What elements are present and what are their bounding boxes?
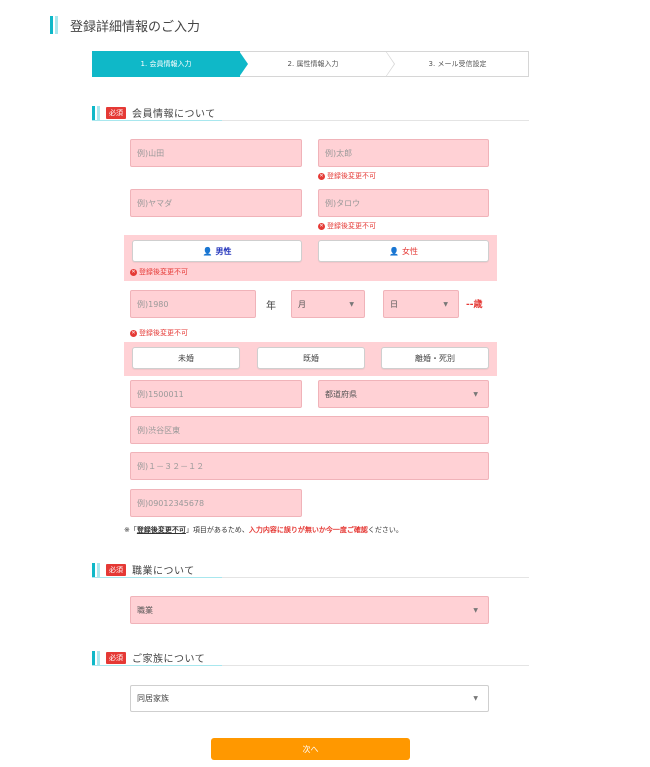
address1-input[interactable]: 例)渋谷区東 — [130, 416, 489, 444]
section-header-family: 必須 ご家族について — [92, 650, 529, 666]
family-select[interactable]: 同居家族 ▼ — [130, 685, 489, 712]
section-accent-bars — [92, 650, 100, 665]
kana-unchangeable-note: ✕ 登録後変更不可 — [318, 222, 376, 230]
next-button[interactable]: 次へ — [211, 738, 410, 760]
step-1-active: 1. 会員情報入力 — [92, 51, 248, 77]
gender-male-button[interactable]: 👤 男性 — [132, 240, 302, 262]
required-badge: 必須 — [106, 106, 126, 119]
address2-input[interactable]: 例)１－３２－１２ — [130, 452, 489, 480]
page-header: 登録詳細情報のご入力 — [50, 16, 201, 35]
phone-input[interactable]: 例)09012345678 — [130, 489, 302, 517]
year-label: 年 — [266, 301, 276, 312]
error-x-icon: ✕ — [130, 268, 137, 276]
marital-divorced-button[interactable]: 離婚・死別 — [381, 347, 489, 369]
step-2: 2. 属性情報入力 — [240, 51, 395, 77]
male-person-icon: 👤 — [202, 246, 213, 256]
marital-married-button[interactable]: 既婚 — [257, 347, 365, 369]
confirm-notice: ※「登録後変更不可」項目があるため、入力内容に誤りが無いか今一度ご確認ください。 — [124, 526, 403, 534]
first-name-input[interactable]: 例)太郎 — [318, 139, 489, 167]
first-kana-input[interactable]: 例)タロウ — [318, 189, 489, 217]
error-x-icon: ✕ — [130, 329, 137, 337]
female-person-icon: 👤 — [389, 246, 399, 256]
name-unchangeable-note: ✕ 登録後変更不可 — [318, 172, 376, 180]
title-accent-bars — [50, 16, 58, 34]
gender-unchangeable-note: ✕ 登録後変更不可 — [130, 268, 188, 276]
section-header-job: 必須 職業について — [92, 562, 529, 578]
birth-year-input[interactable]: 例)1980 — [130, 290, 256, 318]
step-indicator: 1. 会員情報入力 2. 属性情報入力 3. メール受信設定 — [92, 51, 529, 77]
section-accent-bars — [92, 105, 100, 120]
last-name-input[interactable]: 例)山田 — [130, 139, 302, 167]
birth-month-select[interactable]: 月 ▼ — [291, 290, 365, 318]
chevron-down-icon: ▼ — [473, 606, 478, 614]
section-title: 会員情報について — [132, 109, 216, 120]
marital-single-button[interactable]: 未婚 — [132, 347, 240, 369]
section-accent-bars — [92, 562, 100, 577]
error-x-icon: ✕ — [318, 172, 325, 180]
gender-female-button[interactable]: 👤 女性 — [318, 240, 489, 262]
chevron-down-icon: ▼ — [473, 695, 478, 702]
last-kana-input[interactable]: 例)ヤマダ — [130, 189, 302, 217]
job-select[interactable]: 職業 ▼ — [130, 596, 489, 624]
required-badge: 必須 — [106, 563, 126, 576]
section-header-member: 必須 会員情報について — [92, 105, 529, 121]
chevron-down-icon: ▼ — [349, 300, 354, 308]
birth-day-select[interactable]: 日 ▼ — [383, 290, 459, 318]
page-title: 登録詳細情報のご入力 — [70, 19, 201, 35]
required-badge: 必須 — [106, 651, 126, 664]
prefecture-select[interactable]: 都道府県 ▼ — [318, 380, 489, 408]
zip-input[interactable]: 例)1500011 — [130, 380, 302, 408]
age-display: --歳 — [466, 300, 483, 310]
chevron-down-icon: ▼ — [443, 300, 448, 308]
section-title: ご家族について — [132, 654, 206, 665]
birth-unchangeable-note: ✕ 登録後変更不可 — [130, 329, 188, 337]
step-3: 3. メール受信設定 — [387, 51, 529, 77]
chevron-down-icon: ▼ — [473, 390, 478, 398]
section-title: 職業について — [132, 566, 195, 577]
error-x-icon: ✕ — [318, 222, 325, 230]
